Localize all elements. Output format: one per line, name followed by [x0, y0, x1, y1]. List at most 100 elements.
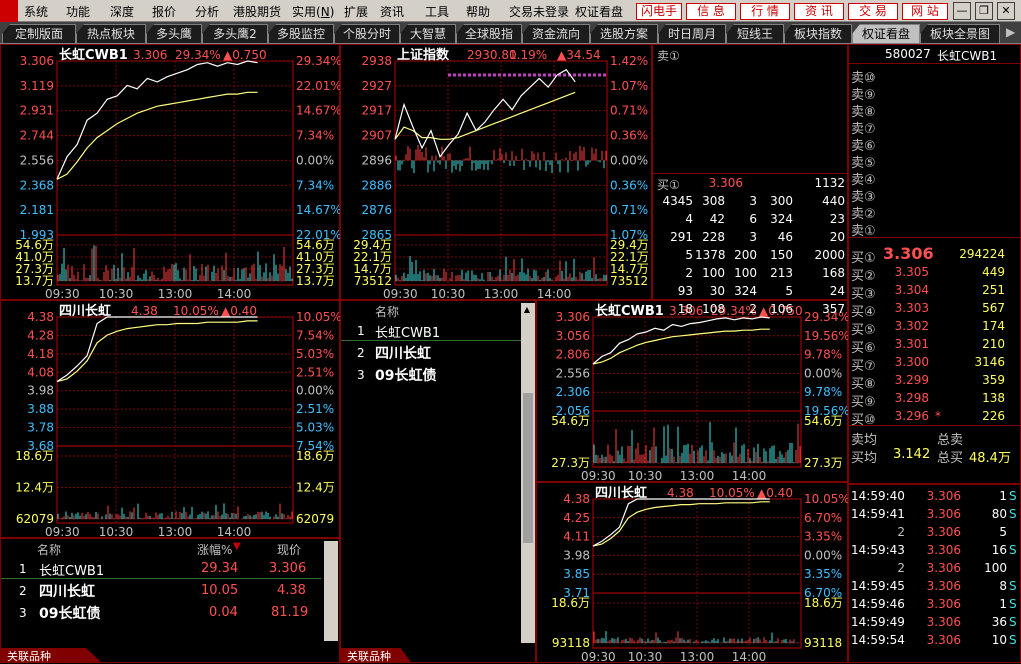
col-name-header[interactable]: 名称: [37, 541, 61, 558]
price-tick-label: 3.78: [27, 421, 54, 435]
middle-list-scrollbar[interactable]: ▲: [521, 303, 535, 643]
related-products-tab-middle[interactable]: 关联品种: [341, 648, 411, 662]
tab-sector-panorama[interactable]: 板块全景图: [920, 24, 1000, 43]
tab-period[interactable]: 时日周月: [658, 24, 726, 43]
tab-sector-index[interactable]: 板块指数: [784, 24, 852, 43]
pct-tick-label: 1.42%: [610, 54, 648, 68]
order-queue-cell: 2: [749, 302, 757, 316]
intraday-chart-sichuan-small[interactable]: 4.38 10.05% 4.25 6.70% 4.11 3.35% 3.98 0.00% 3.8…: [537, 483, 849, 664]
tab-short-line[interactable]: 短线王: [726, 24, 784, 43]
tab-warrant-watch[interactable]: 权证看盘: [852, 24, 920, 43]
intraday-chart-sichuan[interactable]: 4.38 10.05% 4.28 7.54% 4.18 5.03% 4.08 2.51% 3.9…: [1, 301, 341, 539]
tick-cell: 36: [991, 615, 1007, 629]
order-queue-cell: 106: [770, 302, 793, 316]
chart-change: ▲0.40: [221, 304, 257, 318]
trade-button[interactable]: 交 易: [848, 3, 898, 20]
col-change-header[interactable]: 涨幅%: [197, 541, 232, 558]
intraday-chart-cwb1-small[interactable]: 3.306 29.34%3.056 19.56%2.806 9.78%2.556 0.0…: [537, 301, 849, 483]
buy-level-price: 3.302: [894, 319, 929, 333]
news-button[interactable]: 资 讯: [794, 3, 844, 20]
price-tick-label: 3.306: [20, 54, 54, 68]
list-item[interactable]: 2 四川长虹 10.05 4.38: [1, 581, 321, 601]
list-item[interactable]: 1 长虹CWB1: [341, 321, 521, 341]
list-item[interactable]: 1 长虹CWB1 29.34 3.306: [1, 559, 321, 579]
restore-icon[interactable]: ❐: [975, 2, 993, 20]
menu-system[interactable]: 系统: [24, 3, 48, 20]
info-button[interactable]: 信 息: [686, 3, 736, 20]
price-tick-label: 2.806: [556, 348, 590, 362]
pct-tick-label: 7.34%: [296, 178, 334, 192]
chart-title: 长虹CWB1: [59, 47, 128, 63]
new-level-mark: *: [935, 409, 941, 423]
order-queue-cell: 4345: [662, 194, 693, 208]
volume-tick-label: 13.7万: [15, 274, 54, 288]
scroll-thumb[interactable]: [523, 393, 533, 543]
tab-hot-sectors[interactable]: 热点板块: [76, 24, 146, 43]
list-item[interactable]: 3 09长虹债: [341, 365, 521, 385]
tab-scroll-right-icon[interactable]: ▶: [1006, 25, 1015, 39]
menu-extend[interactable]: 扩展: [344, 3, 368, 20]
row-name: 四川长虹: [375, 346, 431, 362]
tab-custom-layout[interactable]: 定制版面: [2, 24, 76, 43]
menu-hk-futures[interactable]: 港股期货: [233, 3, 281, 20]
flash-hand-button[interactable]: 闪电手: [636, 3, 682, 20]
time-tick-label: 13:00: [158, 287, 193, 301]
tab-fund-flow[interactable]: 资金流向: [522, 24, 590, 43]
intraday-chart-sh-index[interactable]: 2938 1.42% 2927 1.07% 2917 0.71% 2907 0.36% 2896…: [341, 45, 653, 301]
buy-level-price: 3.306: [883, 244, 934, 263]
chart-panel-cwb1-small: 3.306 29.34% 3.056 19.56% 2.806 9.78% 2.556 0.0…: [536, 300, 849, 483]
list-item[interactable]: 2 四川长虹: [341, 343, 521, 363]
pct-tick-label: 1.07%: [610, 79, 648, 93]
list-item[interactable]: 3 09长虹债 0.04 81.19: [1, 603, 321, 623]
tick-cell: S: [1009, 543, 1017, 557]
tick-cell: S: [1009, 489, 1017, 503]
time-tick-label: 13:00: [680, 469, 715, 483]
col-price-header[interactable]: 现价: [277, 541, 301, 558]
tick-row: 14:59:40 3.306 1 S: [849, 489, 1020, 506]
tab-multi-stock-monitor[interactable]: 多股监控: [268, 24, 334, 43]
close-icon[interactable]: ✕: [997, 2, 1015, 20]
tab-intraday[interactable]: 个股分时: [334, 24, 400, 43]
tick-cell: 8: [999, 579, 1007, 593]
tick-cell: 14:59:49: [851, 615, 905, 629]
pct-tick-label: 19.56%: [804, 329, 849, 343]
tab-stock-picking[interactable]: 选股方案: [590, 24, 658, 43]
row-index: 2: [357, 346, 365, 360]
chart-change: ▲34.54: [557, 48, 601, 62]
tick-row: 14:59:49 3.306 36 S: [849, 615, 1020, 632]
tab-global-index[interactable]: 全球股指: [456, 24, 522, 43]
related-products-tab[interactable]: 关联品种: [1, 648, 101, 662]
pct-tick-label: 5.03%: [296, 421, 334, 435]
menu-help[interactable]: 帮助: [466, 3, 490, 20]
related-list-scrollbar[interactable]: [324, 541, 338, 641]
price-tick-label: 3.306: [556, 310, 590, 324]
tick-cell: 3.306: [926, 633, 961, 647]
minimize-icon[interactable]: —: [953, 2, 971, 20]
scroll-up-icon[interactable]: ▲: [522, 305, 532, 315]
intraday-chart-cwb1[interactable]: 3.306 29.34% 3.119 22.01% 2.931 14.67% 2.744 7.…: [1, 45, 341, 301]
time-tick-label: 09:30: [581, 469, 616, 483]
tab-bull-eagle-2[interactable]: 多头鹰2: [202, 24, 268, 43]
website-button[interactable]: 网 站: [902, 3, 948, 20]
tab-dzh[interactable]: 大智慧: [400, 24, 456, 43]
price-tick-label: 2.744: [20, 129, 54, 143]
menu-function[interactable]: 功能: [66, 3, 90, 20]
price-tick-label: 4.11: [563, 530, 590, 544]
menu-practical[interactable]: 实用(N): [292, 3, 334, 20]
trade-status: 交易未登录: [509, 5, 570, 19]
tab-bull-eagle[interactable]: 多头鹰: [146, 24, 202, 43]
buy-1-volume: 1132: [814, 176, 845, 190]
buy-level-price: 3.300: [894, 355, 929, 369]
market-button[interactable]: 行 情: [740, 3, 790, 20]
menu-analysis[interactable]: 分析: [195, 3, 219, 20]
menu-tools[interactable]: 工具: [425, 3, 449, 20]
menu-quote[interactable]: 报价: [152, 3, 176, 20]
col-name-header[interactable]: 名称: [375, 303, 399, 320]
menu-depth[interactable]: 深度: [110, 3, 134, 20]
time-tick-label: 14:00: [217, 287, 252, 301]
menu-info[interactable]: 资讯: [380, 3, 404, 20]
tick-cell: 3.306: [926, 561, 961, 575]
sort-desc-icon[interactable]: ▼: [233, 541, 241, 552]
tick-cell: 14:59:43: [851, 543, 905, 557]
row-name: 长虹CWB1: [375, 326, 441, 341]
